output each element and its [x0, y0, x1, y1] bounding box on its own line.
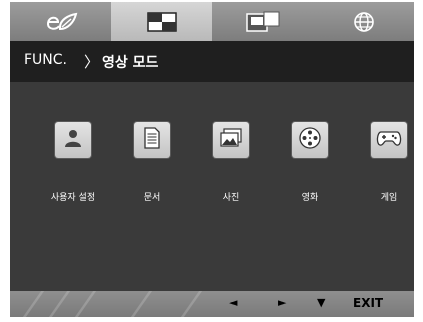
mode-label: 문서 — [143, 193, 161, 203]
mode-label: 사용자 설정 — [50, 193, 96, 203]
tab-screen[interactable] — [212, 2, 313, 41]
tab-bar — [10, 2, 414, 41]
movie-mode-button[interactable] — [292, 122, 328, 158]
document-mode-button[interactable] — [134, 122, 170, 158]
gamepad-icon — [376, 128, 402, 152]
game-mode-button[interactable] — [371, 122, 407, 158]
tab-picture[interactable] — [111, 2, 212, 41]
page-title: 영상 모드 — [102, 55, 159, 71]
osd-frame: FUNC. 〉 영상 모드 사용자 설정 문서 사진 영화 게임 ◄ ► ▼ E… — [10, 2, 414, 317]
mode-item-custom[interactable]: 사용자 설정 — [33, 122, 113, 203]
eco-icon — [44, 11, 78, 33]
down-arrow-button[interactable]: ▼ — [317, 296, 325, 309]
mode-item-game[interactable]: 게임 — [349, 122, 414, 203]
mode-label: 영화 — [301, 193, 319, 203]
film-reel-icon — [299, 127, 321, 153]
photo-mode-button[interactable] — [213, 122, 249, 158]
breadcrumb-separator: 〉 — [84, 53, 100, 71]
exit-button[interactable]: EXIT — [353, 296, 383, 310]
person-icon — [63, 128, 83, 152]
mode-label: 사진 — [222, 193, 240, 203]
mode-label: 게임 — [380, 193, 398, 203]
menu-title-bar: FUNC. 〉 영상 모드 — [10, 41, 414, 82]
picture-mode-icon — [146, 11, 177, 32]
photo-icon — [220, 128, 242, 152]
mode-item-photo[interactable]: 사진 — [191, 122, 271, 203]
document-icon — [143, 127, 161, 153]
left-arrow-button[interactable]: ◄ — [229, 296, 237, 309]
mode-item-document[interactable]: 문서 — [112, 122, 192, 203]
tab-language[interactable] — [313, 2, 414, 41]
split-screen-icon — [245, 11, 280, 33]
right-arrow-button[interactable]: ► — [278, 296, 286, 309]
tab-eco[interactable] — [10, 2, 111, 41]
func-label: FUNC. — [24, 52, 67, 68]
osd-window: FUNC. 〉 영상 모드 사용자 설정 문서 사진 영화 게임 ◄ ► ▼ E… — [0, 0, 423, 322]
mode-item-movie[interactable]: 영화 — [270, 122, 350, 203]
globe-icon — [353, 11, 375, 33]
custom-mode-button[interactable] — [55, 122, 91, 158]
